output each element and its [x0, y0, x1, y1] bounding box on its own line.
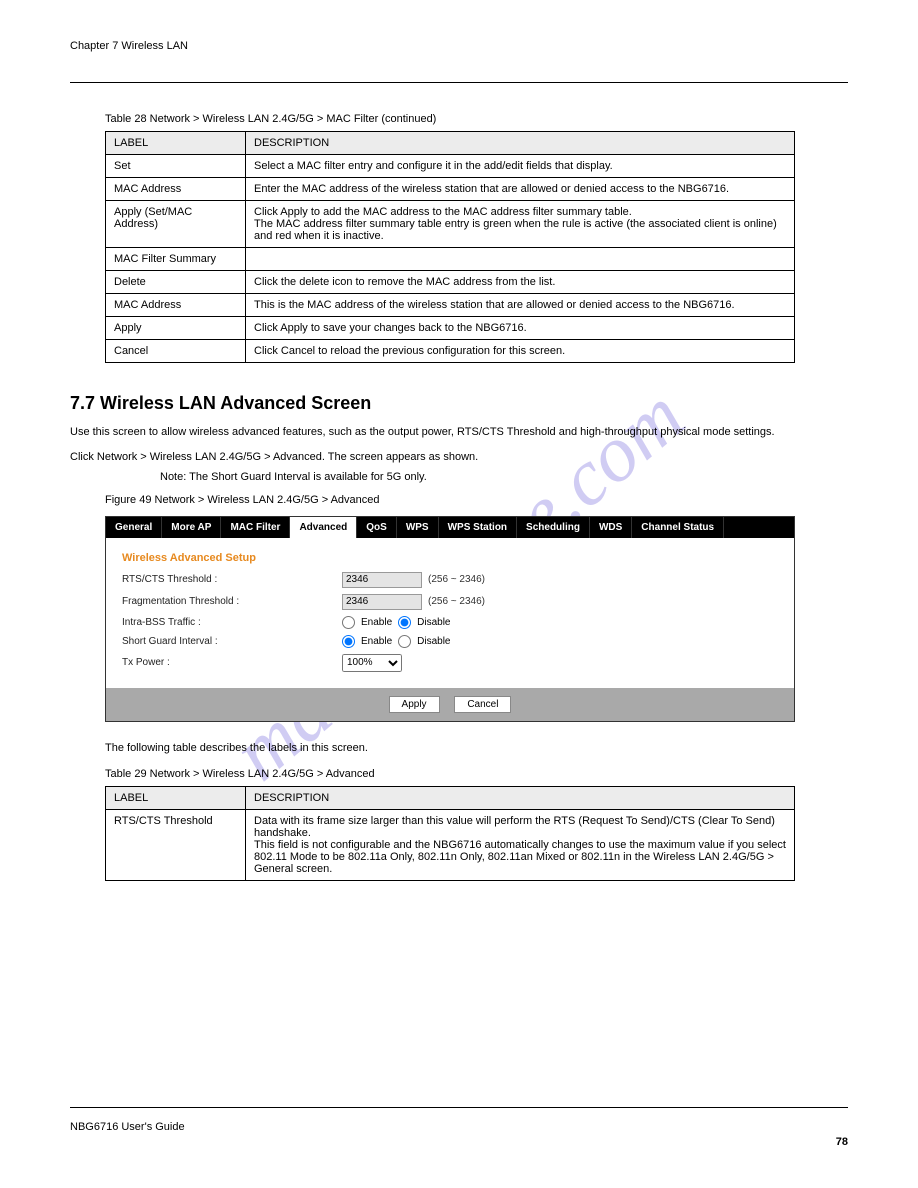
- tab-wps-station[interactable]: WPS Station: [439, 517, 517, 538]
- section-nav: Click Network > Wireless LAN 2.4G/5G > A…: [70, 449, 848, 486]
- txpower-select[interactable]: 100%: [342, 654, 402, 672]
- cell-desc: Click the delete icon to remove the MAC …: [246, 271, 795, 294]
- intra-enable-radio[interactable]: [342, 616, 355, 629]
- row-frag: Fragmentation Threshold : (256 ~ 2346): [122, 594, 778, 610]
- cell-desc: Data with its frame size larger than thi…: [246, 810, 795, 881]
- sgi-disable-label: Disable: [417, 636, 450, 647]
- tab-wds[interactable]: WDS: [590, 517, 632, 538]
- cell-label: Delete: [106, 271, 246, 294]
- frag-input[interactable]: [342, 594, 422, 610]
- cell-label: MAC Address: [106, 294, 246, 317]
- apply-button[interactable]: Apply: [389, 696, 440, 713]
- screenshot-title: Wireless Advanced Setup: [122, 552, 778, 564]
- sgi-disable-radio[interactable]: [398, 635, 411, 648]
- intra-enable-label: Enable: [361, 617, 392, 628]
- footer-page-number: 78: [836, 1136, 848, 1148]
- footer-left: NBG6716 User's Guide: [70, 1121, 848, 1133]
- rts-range: (256 ~ 2346): [428, 574, 485, 585]
- table2-caption: Table 29 Network > Wireless LAN 2.4G/5G …: [105, 768, 848, 780]
- sgi-enable-radio[interactable]: [342, 635, 355, 648]
- frag-label: Fragmentation Threshold :: [122, 596, 342, 607]
- tab-wps[interactable]: WPS: [397, 517, 439, 538]
- cell-desc: Enter the MAC address of the wireless st…: [246, 178, 795, 201]
- cell-desc: Select a MAC filter entry and configure …: [246, 155, 795, 178]
- cell-desc: Click Cancel to reload the previous conf…: [246, 340, 795, 363]
- tab-qos[interactable]: QoS: [357, 517, 397, 538]
- section-para: Use this screen to allow wireless advanc…: [70, 424, 848, 441]
- table1-caption: Table 28 Network > Wireless LAN 2.4G/5G …: [105, 113, 848, 125]
- tab-advanced[interactable]: Advanced: [290, 517, 357, 538]
- cell-label: Apply (Set/MAC Address): [106, 201, 246, 248]
- cell-label: MAC Filter Summary: [106, 248, 246, 271]
- table1: LABEL DESCRIPTION SetSelect a MAC filter…: [105, 131, 795, 363]
- cell-desc: Click Apply to save your changes back to…: [246, 317, 795, 340]
- nav-text: Click Network > Wireless LAN 2.4G/5G > A…: [70, 451, 478, 463]
- table2: LABEL DESCRIPTION RTS/CTS Threshold Data…: [105, 786, 795, 881]
- tab-mac-filter[interactable]: MAC Filter: [221, 517, 290, 538]
- tab-scheduling[interactable]: Scheduling: [517, 517, 590, 538]
- row-sgi: Short Guard Interval : Enable Disable: [122, 635, 778, 648]
- table-row: MAC AddressThis is the MAC address of th…: [106, 294, 795, 317]
- tab-channel-status[interactable]: Channel Status: [632, 517, 724, 538]
- intra-disable-radio[interactable]: [398, 616, 411, 629]
- intra-label: Intra-BSS Traffic :: [122, 617, 342, 628]
- cell-desc: Click Apply to add the MAC address to th…: [246, 201, 795, 248]
- screenshot-body: Wireless Advanced Setup RTS/CTS Threshol…: [106, 538, 794, 688]
- cell-label: Cancel: [106, 340, 246, 363]
- table-row: SetSelect a MAC filter entry and configu…: [106, 155, 795, 178]
- sgi-label: Short Guard Interval :: [122, 636, 342, 647]
- screenshot-panel: General More AP MAC Filter Advanced QoS …: [105, 516, 795, 722]
- tab-bar: General More AP MAC Filter Advanced QoS …: [106, 517, 794, 538]
- cell-desc: [246, 248, 795, 271]
- table-row: MAC Filter Summary: [106, 248, 795, 271]
- section-note: Note: The Short Guard Interval is availa…: [160, 469, 848, 486]
- tab-general[interactable]: General: [106, 517, 162, 538]
- row-rts: RTS/CTS Threshold : (256 ~ 2346): [122, 572, 778, 588]
- cell-desc: This is the MAC address of the wireless …: [246, 294, 795, 317]
- table-row: CancelClick Cancel to reload the previou…: [106, 340, 795, 363]
- table-row: ApplyClick Apply to save your changes ba…: [106, 317, 795, 340]
- table-row: MAC AddressEnter the MAC address of the …: [106, 178, 795, 201]
- cell-label: MAC Address: [106, 178, 246, 201]
- footer-divider: [70, 1107, 848, 1108]
- cell-label: RTS/CTS Threshold: [106, 810, 246, 881]
- table1-header-right: DESCRIPTION: [246, 132, 795, 155]
- table1-header-left: LABEL: [106, 132, 246, 155]
- table2-header-left: LABEL: [106, 787, 246, 810]
- sgi-enable-label: Enable: [361, 636, 392, 647]
- table-row: RTS/CTS Threshold Data with its frame si…: [106, 810, 795, 881]
- rts-label: RTS/CTS Threshold :: [122, 574, 342, 585]
- header-divider: [70, 82, 848, 83]
- txpower-label: Tx Power :: [122, 657, 342, 668]
- cell-label: Apply: [106, 317, 246, 340]
- chapter-head: Chapter 7 Wireless LAN: [70, 40, 848, 52]
- table2-intro: The following table describes the labels…: [105, 740, 848, 757]
- cell-label: Set: [106, 155, 246, 178]
- figure-caption: Figure 49 Network > Wireless LAN 2.4G/5G…: [105, 494, 848, 506]
- section-heading: 7.7 Wireless LAN Advanced Screen: [70, 393, 848, 414]
- row-intra: Intra-BSS Traffic : Enable Disable: [122, 616, 778, 629]
- row-txpower: Tx Power : 100%: [122, 654, 778, 672]
- frag-range: (256 ~ 2346): [428, 596, 485, 607]
- cancel-button[interactable]: Cancel: [454, 696, 511, 713]
- table-row: Apply (Set/MAC Address)Click Apply to ad…: [106, 201, 795, 248]
- button-bar: Apply Cancel: [106, 688, 794, 721]
- table-row: DeleteClick the delete icon to remove th…: [106, 271, 795, 294]
- table2-header-right: DESCRIPTION: [246, 787, 795, 810]
- tab-more-ap[interactable]: More AP: [162, 517, 221, 538]
- intra-disable-label: Disable: [417, 617, 450, 628]
- rts-input[interactable]: [342, 572, 422, 588]
